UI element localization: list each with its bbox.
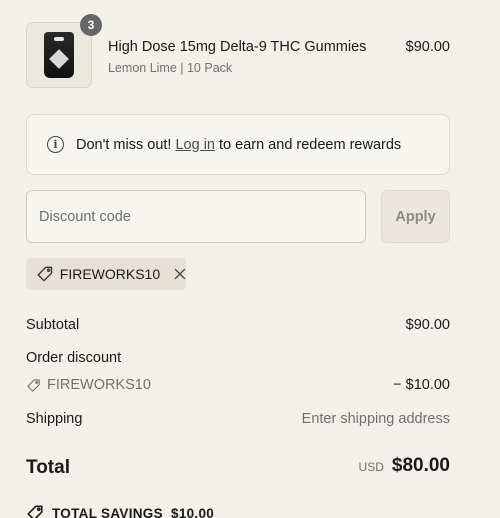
product-variant: Lemon Lime | 10 Pack <box>108 61 233 75</box>
discount-code-input[interactable] <box>26 190 366 243</box>
rewards-suffix: to earn and redeem rewards <box>214 136 402 153</box>
tag-icon <box>37 266 53 282</box>
remove-discount-icon[interactable] <box>174 268 186 280</box>
discount-code-tag: FIREWORKS10 <box>26 377 450 393</box>
shipping-value: Enter shipping address <box>301 411 450 427</box>
applied-discount-code: FIREWORKS10 <box>59 266 161 282</box>
total-savings: TOTAL SAVINGS $10.00 <box>26 504 214 518</box>
rewards-banner: i Don't miss out! Log in to earn and red… <box>26 114 450 175</box>
total-amount: $80.00 <box>391 455 450 476</box>
quantity-badge: 3 <box>80 14 102 36</box>
order-discount-row: Order discount <box>26 350 450 366</box>
discount-detail-row: FIREWORKS10 − $10.00 <box>26 377 450 393</box>
product-title: High Dose 15mg Delta-9 THC Gummies <box>108 39 367 55</box>
shipping-label: Shipping <box>26 411 83 427</box>
rewards-prefix: Don't miss out! <box>76 136 176 153</box>
apply-discount-button[interactable]: Apply <box>381 190 450 243</box>
login-link[interactable]: Log in <box>175 137 215 153</box>
subtotal-value: $90.00 <box>405 317 450 333</box>
info-icon: i <box>47 136 64 153</box>
line-item: 3 High Dose 15mg Delta-9 THC Gummies Lem… <box>26 14 450 88</box>
applied-discount-chip: FIREWORKS10 <box>26 258 186 290</box>
shipping-row: Shipping Enter shipping address <box>26 411 450 427</box>
savings-tag-icon <box>27 505 43 518</box>
currency-code: USD <box>358 460 384 474</box>
order-discount-label: Order discount <box>26 350 122 366</box>
subtotal-label: Subtotal <box>26 317 80 333</box>
total-label: Total <box>26 457 70 478</box>
line-item-price: $90.00 <box>405 39 450 55</box>
discount-value: − $10.00 <box>393 377 450 393</box>
total-value-group: USD $80.00 <box>359 455 450 477</box>
subtotal-row: Subtotal $90.00 <box>26 317 450 333</box>
total-savings-text: TOTAL SAVINGS $10.00 <box>52 505 215 518</box>
discount-code-label: FIREWORKS10 <box>47 377 151 393</box>
tag-icon <box>27 378 40 392</box>
product-bag-image <box>44 32 74 78</box>
